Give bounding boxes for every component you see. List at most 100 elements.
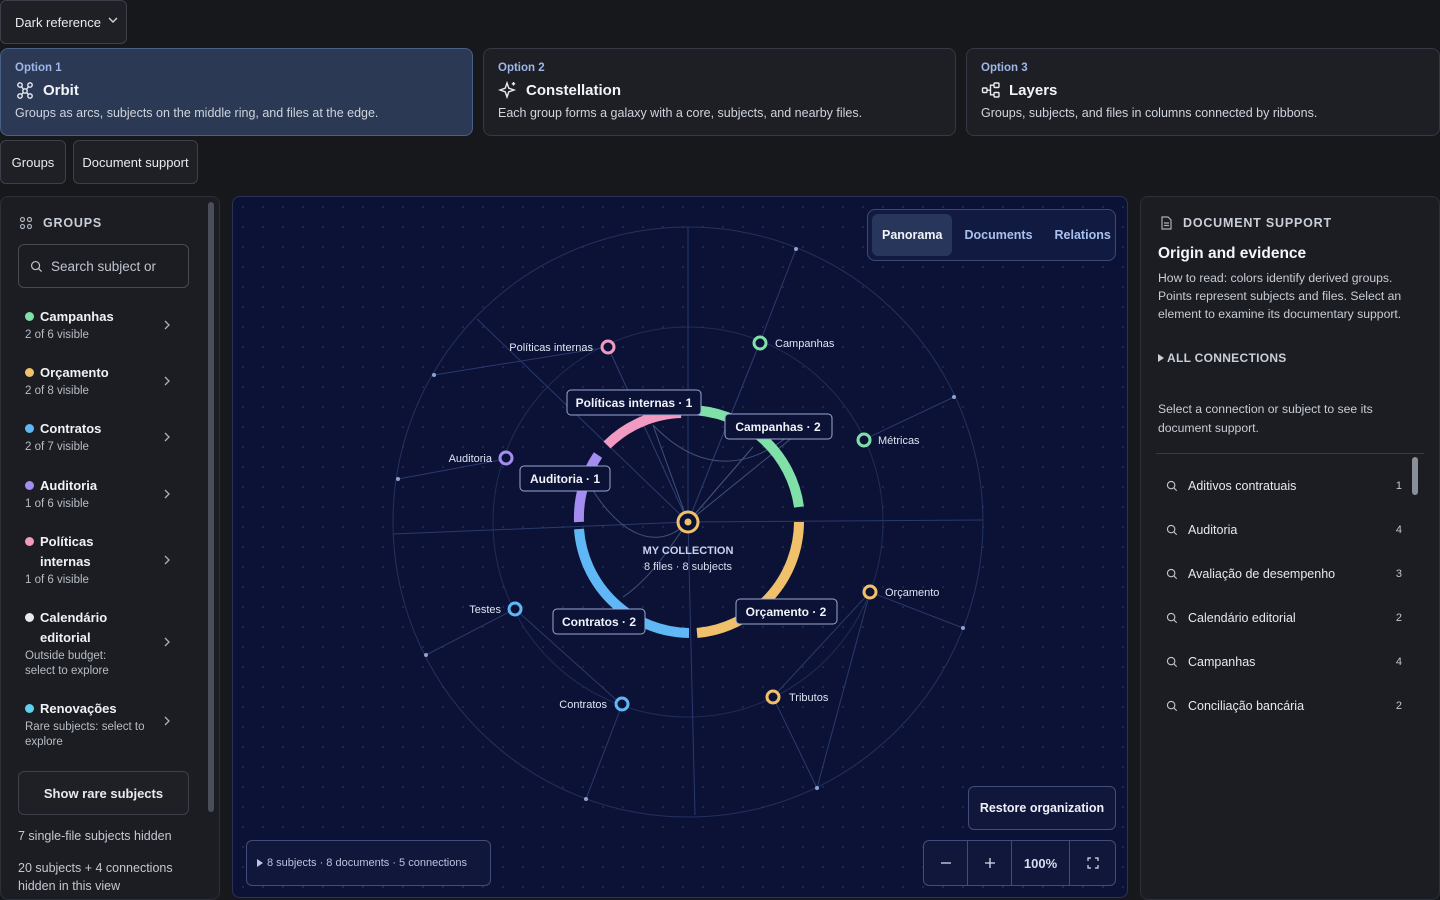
connection-item[interactable]: Avaliação de desempenho 3: [1166, 567, 1402, 581]
group-visibility: 2 of 8 visible: [25, 385, 89, 397]
sparkle-icon: [498, 80, 517, 100]
search-input[interactable]: Search subject or: [18, 244, 189, 288]
connection-count: 1: [1395, 480, 1402, 492]
all-connections-toggle[interactable]: ALL CONNECTIONS: [1158, 351, 1287, 365]
group-name: Orçamento: [40, 365, 109, 380]
group-item-renovacoes[interactable]: Renovações Rare subjects: select to expl…: [25, 699, 170, 750]
search-icon: [1166, 656, 1178, 668]
subject-node-campanhas[interactable]: Campanhas: [752, 335, 835, 351]
theme-select[interactable]: Dark reference: [0, 0, 127, 44]
arc-label-orcamento[interactable]: Orçamento · 2: [735, 598, 838, 625]
group-color-dot: [25, 312, 34, 321]
group-visibility: 2 of 7 visible: [25, 441, 89, 453]
subject-node-testes[interactable]: Testes: [469, 601, 523, 617]
connection-label: Avaliação de desempenho: [1188, 567, 1336, 581]
subject-node-politicas-internas[interactable]: Políticas internas: [509, 339, 616, 355]
connection-item[interactable]: Auditoria 4: [1166, 523, 1402, 537]
connection-label: Calendário editorial: [1188, 611, 1296, 625]
chevron-right-icon: [164, 320, 170, 330]
option-card-layers[interactable]: Option 3 Layers Groups, subjects, and fi…: [966, 48, 1440, 136]
subject-node-contratos[interactable]: Contratos: [559, 696, 630, 712]
collection-core[interactable]: [676, 510, 700, 534]
connection-item[interactable]: Campanhas 4: [1166, 655, 1402, 669]
zoom-level: 100%: [1012, 841, 1070, 885]
selection-hint: Select a connection or subject to see it…: [1158, 402, 1373, 435]
group-visibility: 1 of 6 visible: [25, 574, 89, 586]
connection-label: Auditoria: [1188, 523, 1238, 537]
group-color-dot: [25, 368, 34, 377]
arc-label-politicas-internas[interactable]: Políticas internas · 1: [566, 389, 702, 416]
connection-count: 3: [1395, 568, 1402, 580]
connection-count: 2: [1395, 612, 1402, 624]
connection-count: 4: [1395, 656, 1402, 668]
tab-relations[interactable]: Relations: [1045, 214, 1121, 256]
canvas-summary-toggle[interactable]: 8 subjects · 8 documents · 5 connections: [246, 840, 491, 886]
search-icon: [1166, 568, 1178, 580]
origin-description: How to read: colors identify derived gro…: [1158, 271, 1402, 321]
group-color-dot: [25, 704, 34, 713]
svg-text:Políticas internas · 1: Políticas internas · 1: [576, 396, 693, 410]
collection-title: MY COLLECTION: [643, 545, 734, 557]
group-name: Renovações: [40, 701, 117, 716]
connection-item[interactable]: Aditivos contratuais 1: [1166, 479, 1402, 493]
group-item-contratos[interactable]: Contratos 2 of 7 visible: [25, 419, 185, 455]
option-title: Constellation: [526, 81, 622, 99]
tab-documents[interactable]: Documents: [954, 214, 1042, 256]
arc-label-contratos[interactable]: Contratos · 2: [552, 608, 646, 635]
fullscreen-icon: [1086, 857, 1099, 869]
document-support-toggle-button[interactable]: Document support: [73, 140, 198, 184]
orbit-canvas[interactable]: MY COLLECTION 8 files · 8 subjects Polít…: [232, 196, 1128, 898]
subject-label: Campanhas: [775, 338, 835, 350]
groups-scrollbar[interactable]: [208, 202, 214, 812]
option-description: Groups as arcs, subjects on the middle r…: [15, 106, 379, 120]
group-item-auditoria[interactable]: Auditoria 1 of 6 visible: [25, 476, 185, 512]
plus-icon: [984, 858, 995, 868]
zoom-controls: 100%: [923, 840, 1116, 886]
option-card-constellation[interactable]: Option 2 Constellation Each group forms …: [483, 48, 956, 136]
groups-panel-title: GROUPS: [43, 216, 102, 230]
search-icon: [1166, 524, 1178, 536]
group-item-calendario-editorial[interactable]: Calendário editorial Outside budget: sel…: [25, 608, 170, 679]
restore-organization-button[interactable]: Restore organization: [968, 786, 1116, 830]
subject-node-tributos[interactable]: Tributos: [765, 689, 829, 705]
divider: [1156, 453, 1424, 454]
origin-heading: Origin and evidence: [1158, 245, 1307, 262]
subject-node-orcamento[interactable]: Orçamento: [862, 584, 939, 600]
connections-scrollbar[interactable]: [1412, 457, 1418, 495]
tab-panorama[interactable]: Panorama: [872, 214, 953, 256]
document-support-panel: DOCUMENT SUPPORT Origin and evidence How…: [1140, 196, 1440, 900]
group-item-campanhas[interactable]: Campanhas 2 of 6 visible: [25, 307, 185, 343]
caret-right-icon: [1158, 354, 1164, 362]
connection-item[interactable]: Calendário editorial 2: [1166, 611, 1402, 625]
arc-label-auditoria[interactable]: Auditoria · 1: [519, 465, 611, 492]
chevron-right-icon: [164, 489, 170, 499]
group-color-dot: [25, 481, 34, 490]
connection-label: Conciliação bancária: [1188, 699, 1305, 713]
option-description: Groups, subjects, and files in columns c…: [981, 106, 1318, 120]
connection-label: Aditivos contratuais: [1188, 479, 1297, 493]
arc-label-campanhas[interactable]: Campanhas · 2: [724, 413, 833, 440]
group-item-orcamento[interactable]: Orçamento 2 of 8 visible: [25, 363, 185, 399]
group-visibility: 1 of 6 visible: [25, 498, 89, 510]
groups-toggle-button[interactable]: Groups: [0, 140, 66, 184]
subject-label: Orçamento: [885, 587, 939, 599]
subject-label: Testes: [469, 604, 501, 616]
group-name: Calendário editorial: [40, 610, 108, 645]
group-item-politicas-internas[interactable]: Políticas internas 1 of 6 visible: [25, 532, 170, 588]
hidden-single-file-note: 7 single-file subjects hidden: [18, 829, 172, 843]
zoom-out-button[interactable]: [924, 841, 968, 885]
option-kicker: Option 3: [981, 62, 1028, 74]
minus-icon: [940, 862, 951, 864]
option-kicker: Option 2: [498, 62, 545, 74]
support-panel-header: DOCUMENT SUPPORT: [1159, 216, 1332, 230]
search-placeholder: Search subject or: [51, 258, 157, 274]
zoom-in-button[interactable]: [968, 841, 1012, 885]
subject-node-auditoria[interactable]: Auditoria: [449, 450, 514, 466]
option-card-orbit[interactable]: Option 1 Orbit Groups as arcs, subjects …: [0, 48, 473, 136]
group-visibility: Outside budget: select to explore: [25, 650, 109, 677]
group-visibility: 2 of 6 visible: [25, 329, 89, 341]
connection-item[interactable]: Conciliação bancária 2: [1166, 699, 1402, 713]
show-rare-subjects-button[interactable]: Show rare subjects: [18, 771, 189, 815]
fit-view-button[interactable]: [1070, 841, 1115, 885]
subject-node-metricas[interactable]: Métricas: [856, 432, 920, 448]
